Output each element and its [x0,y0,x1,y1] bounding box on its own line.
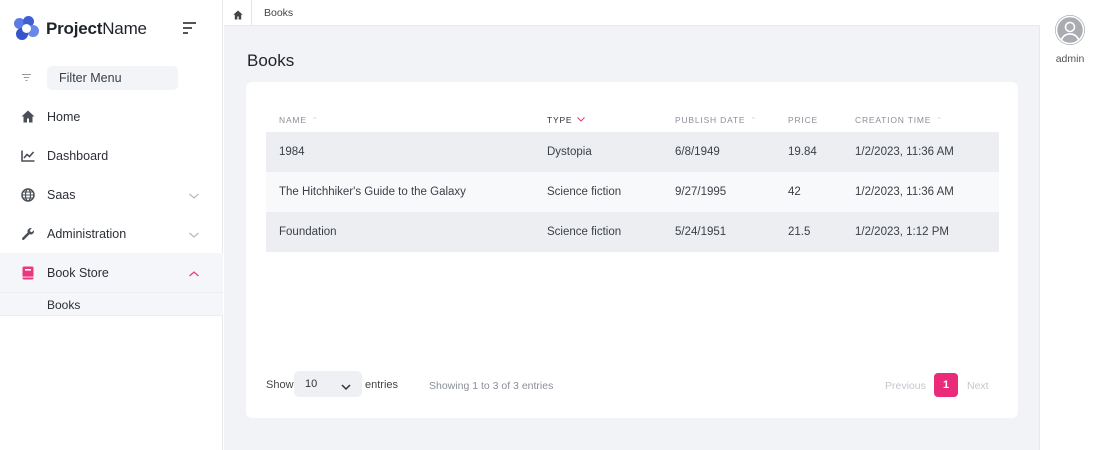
table-row[interactable]: Foundation Science fiction 5/24/1951 21.… [266,212,999,252]
breadcrumb-item-books: Books [264,7,294,19]
filter-menu-input[interactable] [47,66,178,90]
column-header-name[interactable]: NAME ⌃ [279,115,318,125]
cell-price: 19.84 [788,146,817,158]
cell-name: The Hitchhiker's Guide to the Galaxy [279,186,466,198]
sort-icon: ⌃ [936,117,943,124]
cell-type: Science fiction [547,226,622,238]
cell-creation-time: 1/2/2023, 1:12 PM [855,226,949,238]
chevron-down-icon [188,189,200,201]
column-header-creation-time[interactable]: CREATION TIME ⌃ [855,115,943,125]
page-1-button[interactable]: 1 [934,373,958,397]
breadcrumb: Books [224,0,1040,26]
sidebar-item-label: Saas [47,187,76,202]
cell-type: Dystopia [547,146,592,158]
entries-info: Showing 1 to 3 of 3 entries [429,380,554,392]
brand-name: ProjectName [46,19,147,38]
user-name[interactable]: admin [1041,53,1095,65]
sort-icon: ⌃ [311,117,319,124]
table-header: NAME ⌃ TYPE PUBLISH DATE ⌃ PRICE CREATION … [266,104,999,132]
breadcrumb-separator [251,0,252,26]
books-card: NAME ⌃ TYPE PUBLISH DATE ⌃ PRICE CREATION … [246,82,1018,418]
sidebar-item-home[interactable]: Home [0,97,223,136]
cell-publish-date: 9/27/1995 [675,186,727,198]
cell-type: Science fiction [547,186,622,198]
brand[interactable]: ProjectName [14,16,147,42]
cell-publish-date: 6/8/1949 [675,146,720,158]
next-page-button[interactable]: Next [967,380,989,392]
sort-icon: ⌃ [750,117,758,124]
chevron-down-icon [341,379,351,391]
sidebar-item-administration[interactable]: Administration [0,214,223,253]
column-header-publish-date[interactable]: PUBLISH DATE ⌃ [675,115,757,125]
table-footer: Show 10 entries Showing 1 to 3 of 3 entr… [266,371,999,399]
filter-menu [20,66,178,90]
sidebar-item-label: Book Store [47,265,109,280]
chart-icon [20,148,36,164]
page-size-value: 10 [305,378,318,390]
sidebar-item-label: Administration [47,226,127,241]
page-size-select[interactable]: 10 [294,371,362,397]
sort-desc-icon [577,116,586,124]
column-header-type[interactable]: TYPE [547,115,586,125]
sidebar-item-saas[interactable]: Saas [0,175,223,214]
cell-creation-time: 1/2/2023, 11:36 AM [855,186,954,198]
globe-icon [20,187,36,203]
sidebar-menu: Home Dashboard Saas Administration Book … [0,97,223,316]
sidebar-item-label: Home [47,109,81,124]
cell-name: Foundation [279,226,337,238]
home-icon [20,109,36,125]
sidebar: ProjectName Home Dashboard Saas [0,0,223,450]
wrench-icon [20,226,36,242]
sidebar-item-label: Dashboard [47,148,109,163]
page-title: Books [247,51,295,70]
sidebar-item-book-store[interactable]: Book Store [0,253,223,292]
user-panel: admin [1041,0,1095,450]
table-row[interactable]: 1984 Dystopia 6/8/1949 19.84 1/2/2023, 1… [266,132,999,172]
main-content: Books Books NAME ⌃ TYPE PUBLISH DATE ⌃ PRI [224,0,1040,450]
cell-creation-time: 1/2/2023, 11:36 AM [855,146,954,158]
menu-toggle-icon[interactable] [183,22,197,34]
chevron-down-icon [188,228,200,240]
show-label: Show [266,379,294,391]
previous-page-button[interactable]: Previous [885,380,926,392]
book-icon [20,265,36,281]
sidebar-item-dashboard[interactable]: Dashboard [0,136,223,175]
table-row[interactable]: The Hitchhiker's Guide to the Galaxy Sci… [266,172,999,212]
cell-publish-date: 5/24/1951 [675,226,727,238]
chevron-up-icon [188,267,200,279]
filter-icon [20,73,32,84]
breadcrumb-home-icon[interactable] [233,7,244,20]
cell-price: 42 [788,186,801,198]
logo-icon [14,16,40,42]
cell-price: 21.5 [788,226,811,238]
cell-name: 1984 [279,146,305,158]
avatar[interactable] [1055,15,1085,45]
sidebar-subitem-books[interactable]: Books [0,292,223,316]
column-header-price[interactable]: PRICE [788,115,818,125]
entries-label: entries [365,379,399,391]
sidebar-subitem-label: Books [47,298,81,312]
books-table: NAME ⌃ TYPE PUBLISH DATE ⌃ PRICE CREATION … [266,104,999,252]
